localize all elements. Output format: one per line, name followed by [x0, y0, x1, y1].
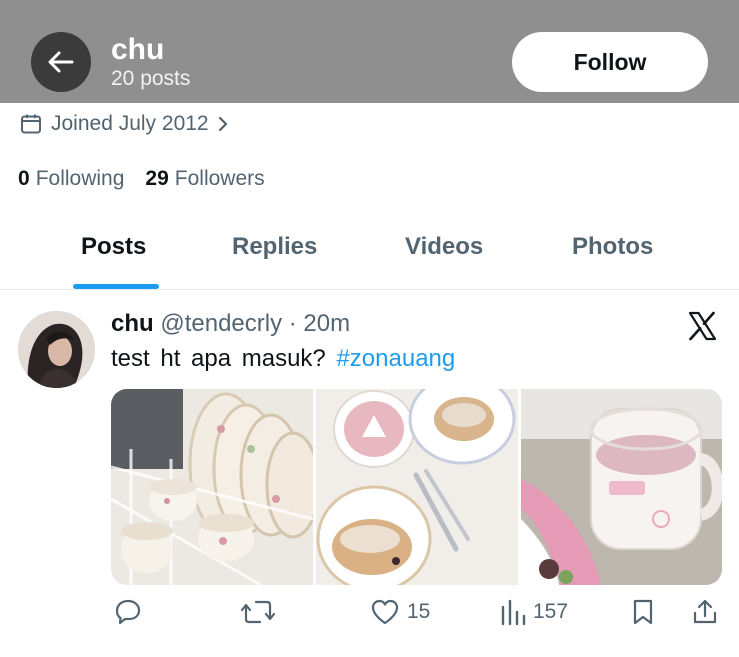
tab-posts[interactable]: Posts	[81, 232, 146, 262]
share-button[interactable]	[691, 598, 719, 626]
tab-replies[interactable]: Replies	[232, 232, 317, 262]
tab-photos[interactable]: Photos	[572, 232, 653, 262]
back-button[interactable]	[31, 32, 91, 92]
media-photo-1[interactable]	[111, 389, 313, 585]
follow-button[interactable]: Follow	[512, 32, 708, 92]
post-actions: 15 157	[111, 598, 722, 632]
avatar[interactable]	[18, 311, 95, 388]
views-button[interactable]: 157	[500, 598, 568, 626]
bookmark-icon	[633, 599, 653, 625]
media-photo-2[interactable]	[316, 389, 518, 585]
profile-header: chu 20 posts Follow	[0, 0, 739, 103]
post-hashtag[interactable]: #zonauang	[336, 345, 455, 372]
followers-count: 29	[145, 167, 169, 190]
profile-tabs: Posts Replies Videos Photos	[0, 214, 739, 290]
repost-icon	[241, 600, 275, 624]
x-logo-icon	[688, 311, 717, 341]
header-post-count: 20 posts	[111, 67, 191, 90]
following-label: Following	[35, 167, 125, 190]
follow-stats: 0 Following 29 Followers	[18, 165, 286, 193]
joined-date[interactable]: Joined July 2012	[20, 110, 238, 138]
tab-videos[interactable]: Videos	[405, 232, 483, 262]
media-photo-3[interactable]	[521, 389, 722, 585]
like-button[interactable]: 15	[370, 598, 430, 626]
joined-label: Joined July 2012	[51, 112, 209, 135]
post-author-name[interactable]: chu	[111, 310, 154, 337]
post-body: test ht apa masuk?	[111, 345, 326, 372]
repost-button[interactable]	[241, 598, 275, 626]
like-icon	[371, 599, 399, 625]
like-count: 15	[407, 600, 431, 623]
reply-button[interactable]	[113, 598, 143, 626]
post-handle-time[interactable]: @tendecrly · 20m	[160, 310, 350, 337]
chevron-right-icon	[218, 116, 227, 132]
share-icon	[693, 599, 717, 624]
post-text: test ht apa masuk? #zonauang	[111, 344, 455, 374]
active-tab-indicator	[73, 284, 159, 289]
back-arrow-icon	[48, 51, 74, 73]
views-icon	[501, 599, 526, 626]
followers-label: Followers	[174, 167, 265, 190]
followers-stat[interactable]: 29 Followers	[145, 165, 264, 193]
header-name: chu	[111, 33, 165, 66]
post-media-grid	[111, 389, 722, 585]
following-count: 0	[18, 167, 30, 190]
views-count: 157	[533, 600, 569, 623]
calendar-icon	[21, 114, 41, 134]
following-stat[interactable]: 0 Following	[18, 165, 124, 193]
post-header: chu @tendecrly · 20m	[111, 309, 350, 339]
reply-icon	[115, 599, 141, 625]
bookmark-button[interactable]	[631, 598, 655, 626]
